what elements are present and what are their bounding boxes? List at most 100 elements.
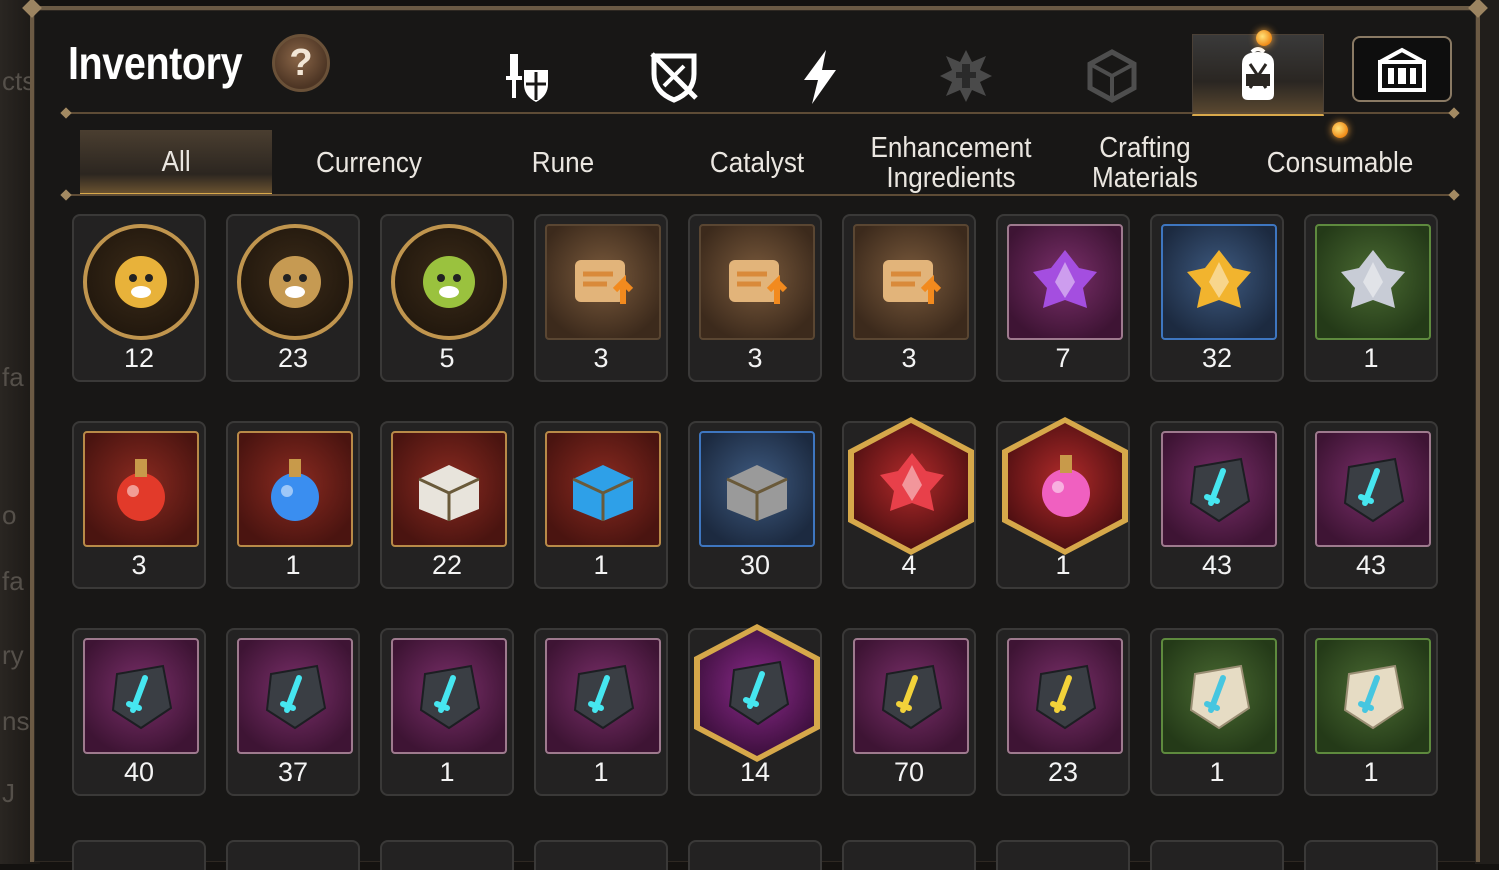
divider-ornament xyxy=(1448,107,1460,119)
armor-rune-icon xyxy=(111,664,173,730)
hook-rune-icon xyxy=(1343,457,1405,523)
subtab-rune[interactable]: Rune xyxy=(478,130,649,196)
item-slot-partial[interactable] xyxy=(534,840,668,870)
item-count: 1 xyxy=(1363,343,1379,373)
item-slot[interactable]: 1 xyxy=(534,421,668,589)
divider xyxy=(68,194,1454,196)
item-count: 22 xyxy=(431,550,463,580)
divider-ornament xyxy=(1448,189,1460,201)
item-slot-partial[interactable] xyxy=(72,840,206,870)
subtab-all[interactable]: All xyxy=(80,130,272,196)
divider-ornament xyxy=(60,107,72,119)
item-count: 1 xyxy=(1055,550,1071,580)
star-rune-icon xyxy=(728,660,790,726)
item-slot[interactable]: 1 xyxy=(1304,628,1438,796)
golden-phoenix-token-icon xyxy=(115,256,167,308)
item-slot[interactable]: 1 xyxy=(226,421,360,589)
sword-rune-icon xyxy=(1189,457,1251,523)
lightning-icon xyxy=(804,50,836,104)
item-frame xyxy=(848,417,974,555)
item-slot[interactable]: 43 xyxy=(1304,421,1438,589)
item-count: 1 xyxy=(593,757,609,787)
item-slot[interactable]: 3 xyxy=(534,214,668,382)
subtab-all-label: All xyxy=(161,145,191,178)
item-count: 3 xyxy=(131,550,147,580)
item-count: 12 xyxy=(123,343,155,373)
subtab-currency[interactable]: Currency xyxy=(284,130,455,196)
item-slot-partial[interactable] xyxy=(688,840,822,870)
item-slot-partial[interactable] xyxy=(1304,840,1438,870)
dark-emblem-icon xyxy=(940,50,992,102)
silver-crystal-icon xyxy=(1341,250,1405,308)
item-slot[interactable]: 22 xyxy=(380,421,514,589)
backpack-icon xyxy=(1242,47,1274,100)
item-count: 1 xyxy=(439,757,455,787)
item-count: 1 xyxy=(1363,757,1379,787)
leaf-spirit-token-icon xyxy=(423,256,475,308)
item-count: 1 xyxy=(593,550,609,580)
purple-crystal-icon xyxy=(1033,250,1097,308)
item-count: 3 xyxy=(747,343,763,373)
inventory-window: Inventory ? All Currency Rune Catalyst E… xyxy=(22,0,1488,870)
item-slot[interactable]: 3 xyxy=(688,214,822,382)
tab-lightning[interactable] xyxy=(754,38,886,114)
knight-shield-icon xyxy=(506,54,548,102)
item-slot[interactable]: 30 xyxy=(688,421,822,589)
item-slot[interactable]: 1 xyxy=(996,417,1130,589)
boot-rune-icon xyxy=(265,664,327,730)
item-slot[interactable]: 4 xyxy=(842,417,976,589)
tab-artifact[interactable] xyxy=(608,38,740,114)
item-count: 43 xyxy=(1201,550,1233,580)
item-slot[interactable]: 1 xyxy=(1150,628,1284,796)
grey-chest-icon xyxy=(726,465,788,521)
tab-spirit[interactable] xyxy=(900,38,1032,114)
item-slot[interactable]: 12 xyxy=(72,214,206,382)
notification-dot xyxy=(1256,30,1272,46)
cube-icon xyxy=(1087,49,1137,103)
subtab-enhancement-ingredients[interactable]: Enhancement Ingredients xyxy=(866,130,1037,196)
item-slot[interactable]: 32 xyxy=(1150,214,1284,382)
item-slot-partial[interactable] xyxy=(380,840,514,870)
item-count: 3 xyxy=(901,343,917,373)
guild-button[interactable] xyxy=(1352,36,1452,102)
tab-cube[interactable] xyxy=(1046,38,1178,114)
item-count: 43 xyxy=(1355,550,1387,580)
item-slot-partial[interactable] xyxy=(996,840,1130,870)
item-frame xyxy=(1002,417,1128,555)
item-slot[interactable]: 7 xyxy=(996,214,1130,382)
tab-equipment[interactable] xyxy=(462,38,594,114)
bolt-rune-icon xyxy=(1035,664,1097,730)
item-slot[interactable]: 1 xyxy=(380,628,514,796)
item-slot-partial[interactable] xyxy=(226,840,360,870)
item-slot[interactable]: 3 xyxy=(72,421,206,589)
subtab-catalyst[interactable]: Catalyst xyxy=(672,130,843,196)
item-slot[interactable]: 43 xyxy=(1150,421,1284,589)
item-slot[interactable]: 3 xyxy=(842,214,976,382)
stone-sword-rune-icon xyxy=(1189,664,1251,730)
item-slot[interactable]: 40 xyxy=(72,628,206,796)
item-slot[interactable]: 1 xyxy=(1304,214,1438,382)
item-count: 30 xyxy=(739,550,771,580)
item-slot-partial[interactable] xyxy=(842,840,976,870)
item-count: 7 xyxy=(1055,343,1071,373)
item-count: 37 xyxy=(277,757,309,787)
bag-upgrade-scroll-icon xyxy=(883,260,942,304)
help-button[interactable]: ? xyxy=(272,34,330,92)
item-slot[interactable]: 1 xyxy=(534,628,668,796)
subtab-consumable[interactable]: Consumable xyxy=(1250,130,1430,196)
item-slot[interactable]: 23 xyxy=(996,628,1130,796)
divider-ornament xyxy=(60,189,72,201)
item-slot[interactable]: 70 xyxy=(842,628,976,796)
rainbow-upgrade-scroll-icon xyxy=(729,260,788,304)
item-slot[interactable]: 5 xyxy=(380,214,514,382)
subtab-crafting-materials[interactable]: Crafting Materials xyxy=(1060,130,1231,196)
notification-dot xyxy=(1332,122,1348,138)
item-frame xyxy=(694,624,820,762)
red-potion-icon xyxy=(117,459,165,521)
item-slot[interactable]: 37 xyxy=(226,628,360,796)
item-slot[interactable]: 23 xyxy=(226,214,360,382)
stone-hook-rune-icon xyxy=(1343,664,1405,730)
item-slot[interactable]: 14 xyxy=(688,624,822,796)
tab-bag[interactable] xyxy=(1192,34,1324,116)
item-slot-partial[interactable] xyxy=(1150,840,1284,870)
